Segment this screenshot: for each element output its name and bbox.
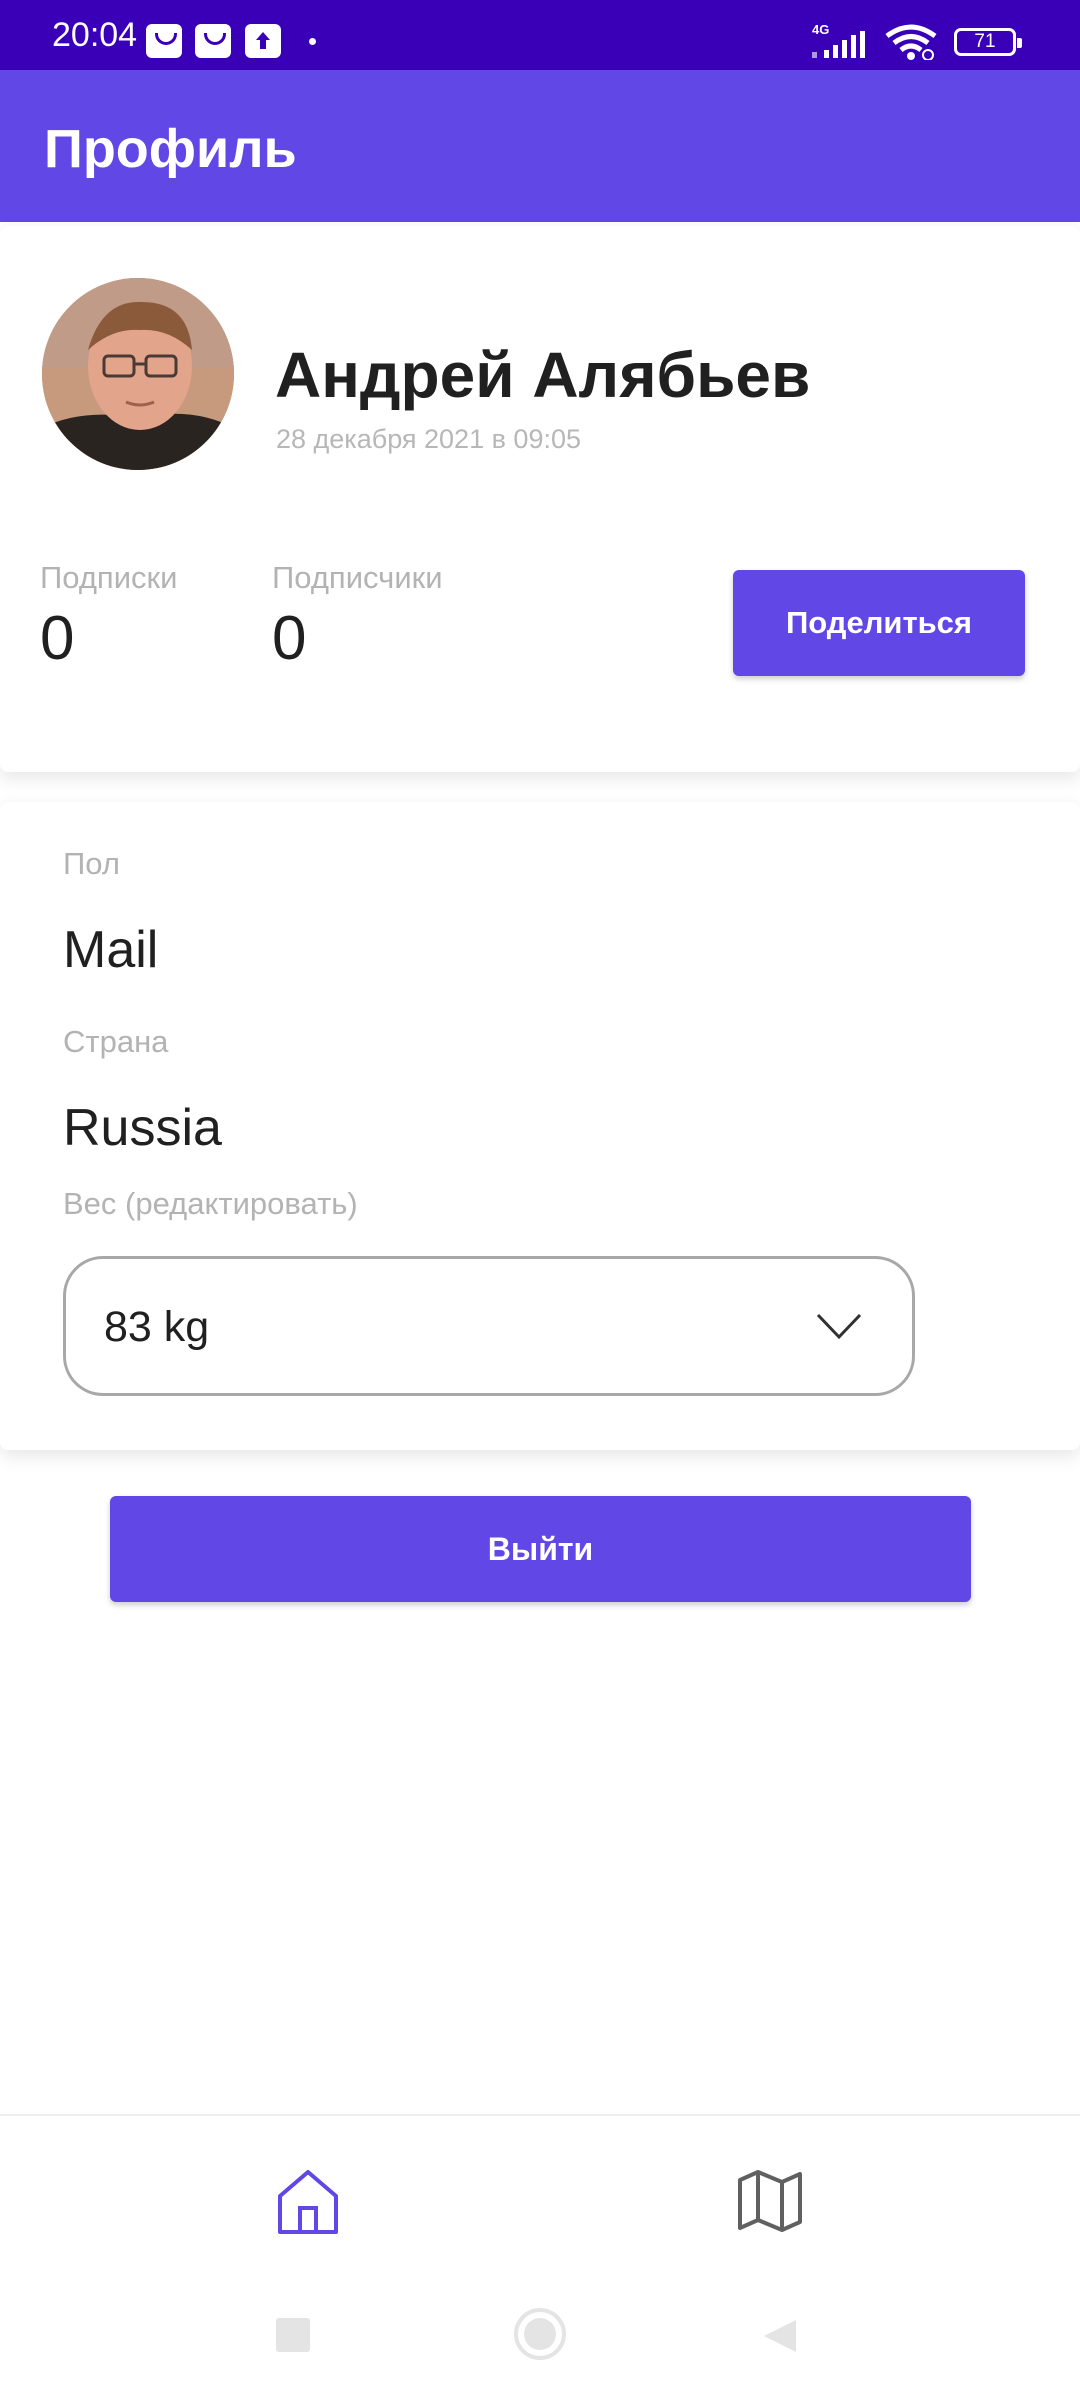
avatar[interactable] xyxy=(42,278,234,470)
system-home-button[interactable] xyxy=(514,2308,566,2360)
details-card: Пол Mail Страна Russia Вес (редактироват… xyxy=(0,802,1080,1450)
status-bar: 20:04 4G 71 xyxy=(0,0,1080,70)
chevron-down-icon xyxy=(816,1313,862,1340)
map-icon xyxy=(738,2170,802,2232)
app-bar: Профиль xyxy=(0,70,1080,222)
recents-button[interactable] xyxy=(276,2318,310,2352)
subscriptions-label: Подписки xyxy=(40,560,178,595)
weight-label: Вес (редактировать) xyxy=(63,1186,358,1221)
battery-icon: 71 xyxy=(954,28,1022,56)
more-notifications-dot xyxy=(309,38,316,45)
user-name: Андрей Алябьев xyxy=(275,339,811,411)
back-icon[interactable] xyxy=(760,2316,800,2356)
signal-icon xyxy=(812,31,865,58)
status-time: 20:04 xyxy=(52,16,138,54)
page-title: Профиль xyxy=(44,119,297,179)
weight-select[interactable]: 83 kg xyxy=(63,1256,915,1396)
registration-date: 28 декабря 2021 в 09:05 xyxy=(276,424,582,454)
share-button[interactable]: Поделиться xyxy=(733,570,1025,676)
gender-label: Пол xyxy=(63,846,120,881)
system-navigation-bar xyxy=(0,2276,1080,2400)
bottom-navigation xyxy=(0,2114,1080,2276)
marketplace-notification-icon xyxy=(195,24,231,58)
home-icon xyxy=(278,2170,338,2234)
subscriptions-count[interactable]: 0 xyxy=(40,604,74,674)
followers-count[interactable]: 0 xyxy=(272,604,306,674)
weight-value: 83 kg xyxy=(104,1303,210,1351)
country-label: Страна xyxy=(63,1024,169,1059)
followers-label: Подписчики xyxy=(272,560,443,595)
upload-notification-icon xyxy=(245,24,281,58)
logout-button[interactable]: Выйти xyxy=(110,1496,971,1602)
country-value: Russia xyxy=(63,1099,222,1157)
gender-value: Mail xyxy=(63,921,159,979)
marketplace-notification-icon xyxy=(146,24,182,58)
wifi-icon xyxy=(885,24,937,60)
nav-item-map[interactable] xyxy=(730,2160,810,2240)
nav-item-home[interactable] xyxy=(268,2160,348,2240)
profile-card: Андрей Алябьев 28 декабря 2021 в 09:05 П… xyxy=(0,226,1080,772)
